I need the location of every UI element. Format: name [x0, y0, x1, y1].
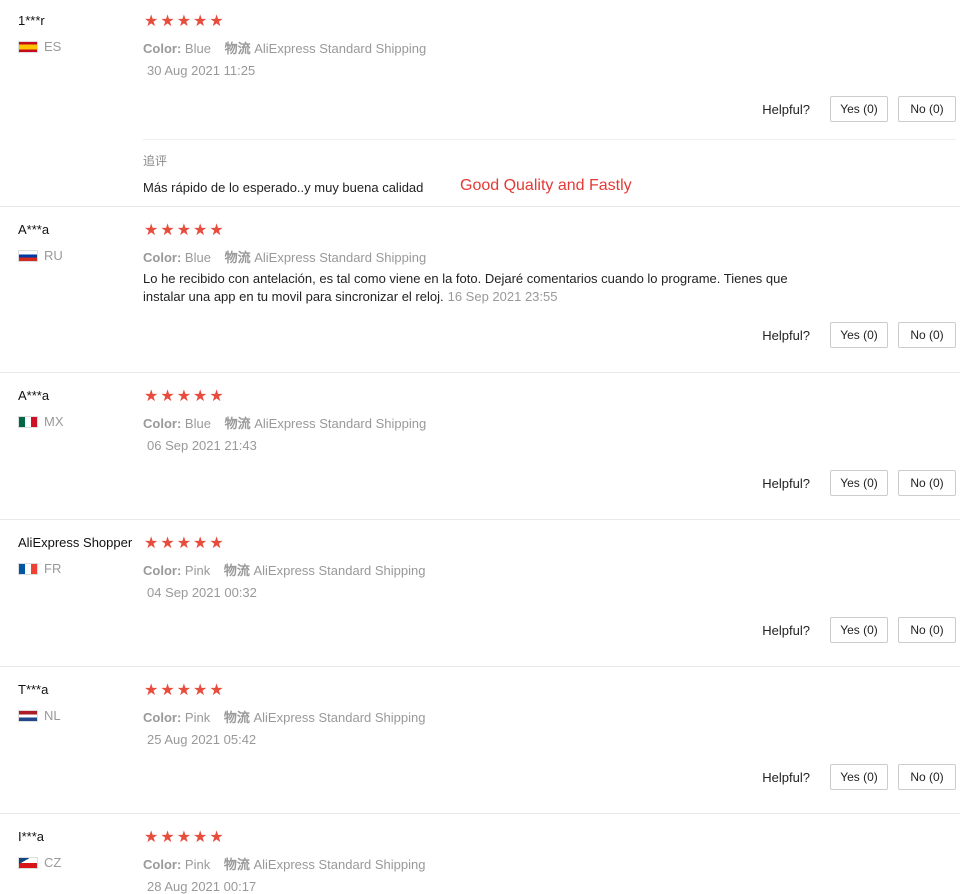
star-rating: ★★★★★ [144, 13, 226, 30]
flag-nl-icon [18, 709, 38, 722]
review-date: 28 Aug 2021 00:17 [147, 879, 257, 894]
reviewer-name: A***a [18, 388, 50, 403]
star-rating: ★★★★★ [144, 535, 226, 552]
attr-key: 物流 [223, 710, 250, 725]
attr-value: AliExpress Standard Shipping [253, 857, 426, 872]
star-rating: ★★★★★ [144, 388, 226, 405]
country-code: NL [44, 708, 61, 723]
helpful-no-button[interactable]: No (0) [898, 322, 956, 348]
helpful-yes-button[interactable]: Yes (0) [830, 617, 888, 643]
review-item: A***a MX ★★★★★ Color: Blue 物流 AliExpress… [0, 373, 960, 520]
review-item: 1***r ES ★★★★★ Color: Blue 物流 AliExpress… [0, 0, 960, 207]
reviewer-country: NL [18, 708, 61, 723]
reviewer-name: AliExpress Shopper [18, 535, 133, 550]
reviewer-name: 1***r [18, 13, 45, 28]
attr-value: Pink [184, 857, 211, 872]
flag-ru-icon [18, 249, 38, 262]
reviewer-country: MX [18, 414, 64, 429]
attr-value: AliExpress Standard Shipping [254, 416, 427, 431]
helpful-yes-button[interactable]: Yes (0) [830, 470, 888, 496]
attr-value: Pink [184, 563, 211, 578]
country-code: MX [44, 414, 64, 429]
reviewer-country: ES [18, 39, 61, 54]
reviewer-name: T***a [18, 682, 49, 697]
attr-key: Color: [143, 41, 182, 56]
country-code: ES [44, 39, 62, 54]
review-item: A***a RU ★★★★★ Color: Blue 物流 AliExpress… [0, 207, 960, 373]
star-rating: ★★★★★ [144, 682, 226, 699]
attr-value: AliExpress Standard Shipping [254, 250, 427, 265]
country-code: RU [44, 248, 63, 263]
helpful-yes-button[interactable]: Yes (0) [830, 322, 888, 348]
review-item: AliExpress Shopper FR ★★★★★ Color: Pink … [0, 520, 960, 667]
review-attributes: Color: Pink 物流 AliExpress Standard Shipp… [143, 560, 425, 579]
attr-key: 物流 [224, 250, 251, 265]
helpful-yes-button[interactable]: Yes (0) [830, 764, 888, 790]
annotation-text: Good Quality and Fastly [460, 177, 632, 194]
helpful-no-button[interactable]: No (0) [898, 617, 956, 643]
attr-value: Blue [184, 41, 211, 56]
attr-key: Color: [143, 416, 182, 431]
attr-key: Color: [143, 250, 182, 265]
review-attributes: Color: Pink 物流 AliExpress Standard Shipp… [143, 854, 425, 873]
reviewer-country: CZ [18, 855, 61, 870]
review-date: 25 Aug 2021 05:42 [147, 732, 257, 747]
reviewer-country: FR [18, 561, 61, 576]
followup-text: Más rápido de lo esperado..y muy buena c… [143, 180, 424, 195]
flag-es-icon [18, 40, 38, 53]
helpful-bar: Helpful? Yes (0) No (0) [762, 764, 956, 790]
helpful-label: Helpful? [762, 475, 810, 491]
flag-fr-icon [18, 562, 38, 575]
attr-value: AliExpress Standard Shipping [253, 563, 426, 578]
helpful-no-button[interactable]: No (0) [898, 470, 956, 496]
helpful-bar: Helpful? Yes (0) No (0) [762, 96, 956, 122]
helpful-bar: Helpful? Yes (0) No (0) [762, 617, 956, 643]
attr-key: 物流 [223, 857, 250, 872]
attr-value: AliExpress Standard Shipping [253, 710, 426, 725]
review-attributes: Color: Blue 物流 AliExpress Standard Shipp… [143, 413, 426, 432]
attr-key: 物流 [224, 41, 251, 56]
helpful-label: Helpful? [762, 769, 810, 785]
followup-divider [143, 139, 956, 140]
star-rating: ★★★★★ [144, 222, 226, 239]
helpful-label: Helpful? [762, 622, 810, 638]
review-attributes: Color: Blue 物流 AliExpress Standard Shipp… [143, 247, 426, 266]
review-date: 04 Sep 2021 00:32 [147, 585, 257, 600]
helpful-label: Helpful? [762, 101, 810, 117]
attr-key: 物流 [224, 416, 251, 431]
review-attributes: Color: Pink 物流 AliExpress Standard Shipp… [143, 707, 425, 726]
review-attributes: Color: Blue 物流 AliExpress Standard Shipp… [143, 38, 426, 57]
attr-key: Color: [143, 710, 182, 725]
review-text-line: Lo he recibido con antelación, es tal co… [143, 271, 788, 286]
attr-key: Color: [143, 563, 182, 578]
helpful-no-button[interactable]: No (0) [898, 96, 956, 122]
review-date: 06 Sep 2021 21:43 [147, 438, 257, 453]
reviewer-name: I***a [18, 829, 45, 844]
review-text: Lo he recibido con antelación, es tal co… [143, 270, 843, 306]
attr-value: AliExpress Standard Shipping [254, 41, 427, 56]
review-text-line: instalar una app en tu movil para sincro… [143, 289, 444, 304]
star-rating: ★★★★★ [144, 829, 226, 846]
flag-mx-icon [18, 415, 38, 428]
helpful-yes-button[interactable]: Yes (0) [830, 96, 888, 122]
review-date: 16 Sep 2021 23:55 [447, 289, 558, 304]
attr-key: Color: [143, 857, 182, 872]
review-item: T***a NL ★★★★★ Color: Pink 物流 AliExpress… [0, 667, 960, 814]
followup-title: 追评 [143, 154, 168, 168]
helpful-bar: Helpful? Yes (0) No (0) [762, 322, 956, 348]
helpful-no-button[interactable]: No (0) [898, 764, 956, 790]
attr-key: 物流 [223, 563, 250, 578]
review-item: I***a CZ ★★★★★ Color: Pink 物流 AliExpress… [0, 814, 960, 894]
country-code: FR [44, 561, 62, 576]
helpful-label: Helpful? [762, 327, 810, 343]
attr-value: Pink [184, 710, 211, 725]
review-date: 30 Aug 2021 11:25 [147, 63, 256, 78]
helpful-bar: Helpful? Yes (0) No (0) [762, 470, 956, 496]
reviewer-name: A***a [18, 222, 50, 237]
reviewer-country: RU [18, 248, 63, 263]
flag-cz-icon [18, 856, 38, 869]
attr-value: Blue [184, 250, 211, 265]
country-code: CZ [44, 855, 62, 870]
attr-value: Blue [184, 416, 211, 431]
